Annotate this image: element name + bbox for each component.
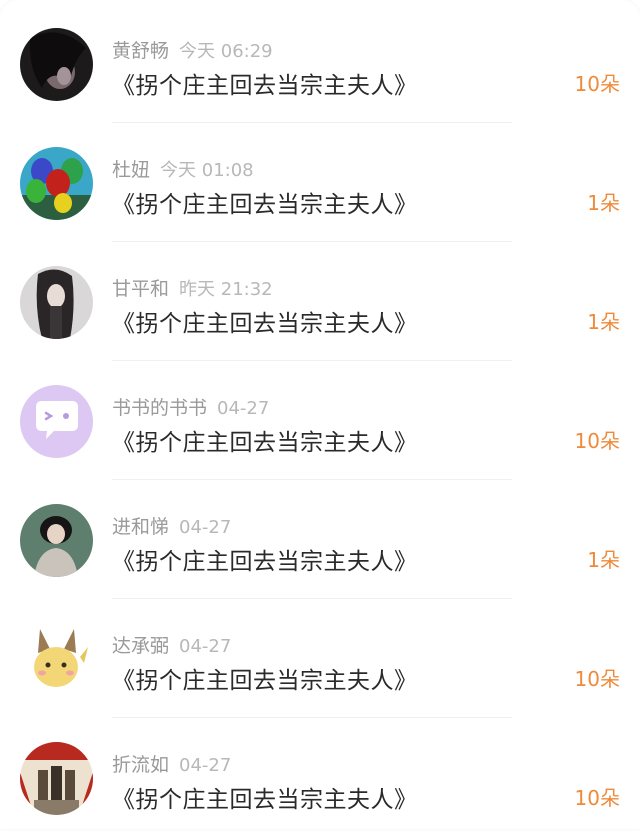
chat-bubble-avatar[interactable] bbox=[20, 385, 93, 458]
book-title[interactable]: 《拐个庄主回去当宗主夫人》 bbox=[112, 185, 418, 219]
user-name: 黄舒畅 bbox=[112, 40, 170, 62]
list-item[interactable]: 达承弼 04-27 《拐个庄主回去当宗主夫人》 10朵 bbox=[0, 599, 640, 718]
cartoon-creature-avatar[interactable] bbox=[20, 623, 93, 696]
gift-amount: 1朵 bbox=[587, 191, 620, 215]
book-title[interactable]: 《拐个庄主回去当宗主夫人》 bbox=[112, 780, 418, 814]
user-name: 进和悌 bbox=[112, 516, 170, 538]
user-name: 折流如 bbox=[112, 754, 170, 776]
timestamp: 昨天 21:32 bbox=[179, 279, 273, 300]
gift-records-list: 黄舒畅 今天 06:29 《拐个庄主回去当宗主夫人》 10朵 杜妞 今天 01:08… bbox=[0, 0, 640, 829]
timestamp: 04-27 bbox=[217, 398, 270, 419]
list-item[interactable]: 书书的书书 04-27 《拐个庄主回去当宗主夫人》 10朵 bbox=[0, 361, 640, 480]
timestamp: 今天 01:08 bbox=[160, 160, 254, 181]
book-title[interactable]: 《拐个庄主回去当宗主夫人》 bbox=[112, 304, 418, 338]
list-item[interactable]: 进和悌 04-27 《拐个庄主回去当宗主夫人》 1朵 bbox=[0, 480, 640, 599]
list-item[interactable]: 黄舒畅 今天 06:29 《拐个庄主回去当宗主夫人》 10朵 bbox=[0, 4, 640, 123]
timestamp: 今天 06:29 bbox=[179, 41, 273, 62]
book-title[interactable]: 《拐个庄主回去当宗主夫人》 bbox=[112, 542, 418, 576]
gift-amount: 1朵 bbox=[587, 548, 620, 572]
long-hair-portrait-avatar[interactable] bbox=[20, 266, 93, 339]
book-title[interactable]: 《拐个庄主回去当宗主夫人》 bbox=[112, 423, 418, 457]
book-title[interactable]: 《拐个庄主回去当宗主夫人》 bbox=[112, 661, 418, 695]
gift-amount: 10朵 bbox=[574, 786, 620, 810]
list-item[interactable]: 杜妞 今天 01:08 《拐个庄主回去当宗主夫人》 1朵 bbox=[0, 123, 640, 242]
timestamp: 04-27 bbox=[179, 636, 232, 657]
user-name: 书书的书书 bbox=[112, 397, 208, 419]
dark-portrait-avatar[interactable] bbox=[20, 28, 93, 101]
user-name: 杜妞 bbox=[112, 159, 151, 181]
poster-avatar[interactable] bbox=[20, 742, 93, 815]
gift-amount: 1朵 bbox=[587, 310, 620, 334]
user-name: 达承弼 bbox=[112, 635, 170, 657]
balloons-avatar[interactable] bbox=[20, 147, 93, 220]
timestamp: 04-27 bbox=[179, 755, 232, 776]
woman-portrait-avatar[interactable] bbox=[20, 504, 93, 577]
gift-amount: 10朵 bbox=[574, 72, 620, 96]
list-item[interactable]: 甘平和 昨天 21:32 《拐个庄主回去当宗主夫人》 1朵 bbox=[0, 242, 640, 361]
user-name: 甘平和 bbox=[112, 278, 170, 300]
book-title[interactable]: 《拐个庄主回去当宗主夫人》 bbox=[112, 66, 418, 100]
list-item[interactable]: 折流如 04-27 《拐个庄主回去当宗主夫人》 10朵 bbox=[0, 718, 640, 837]
gift-amount: 10朵 bbox=[574, 429, 620, 453]
timestamp: 04-27 bbox=[179, 517, 232, 538]
gift-amount: 10朵 bbox=[574, 667, 620, 691]
